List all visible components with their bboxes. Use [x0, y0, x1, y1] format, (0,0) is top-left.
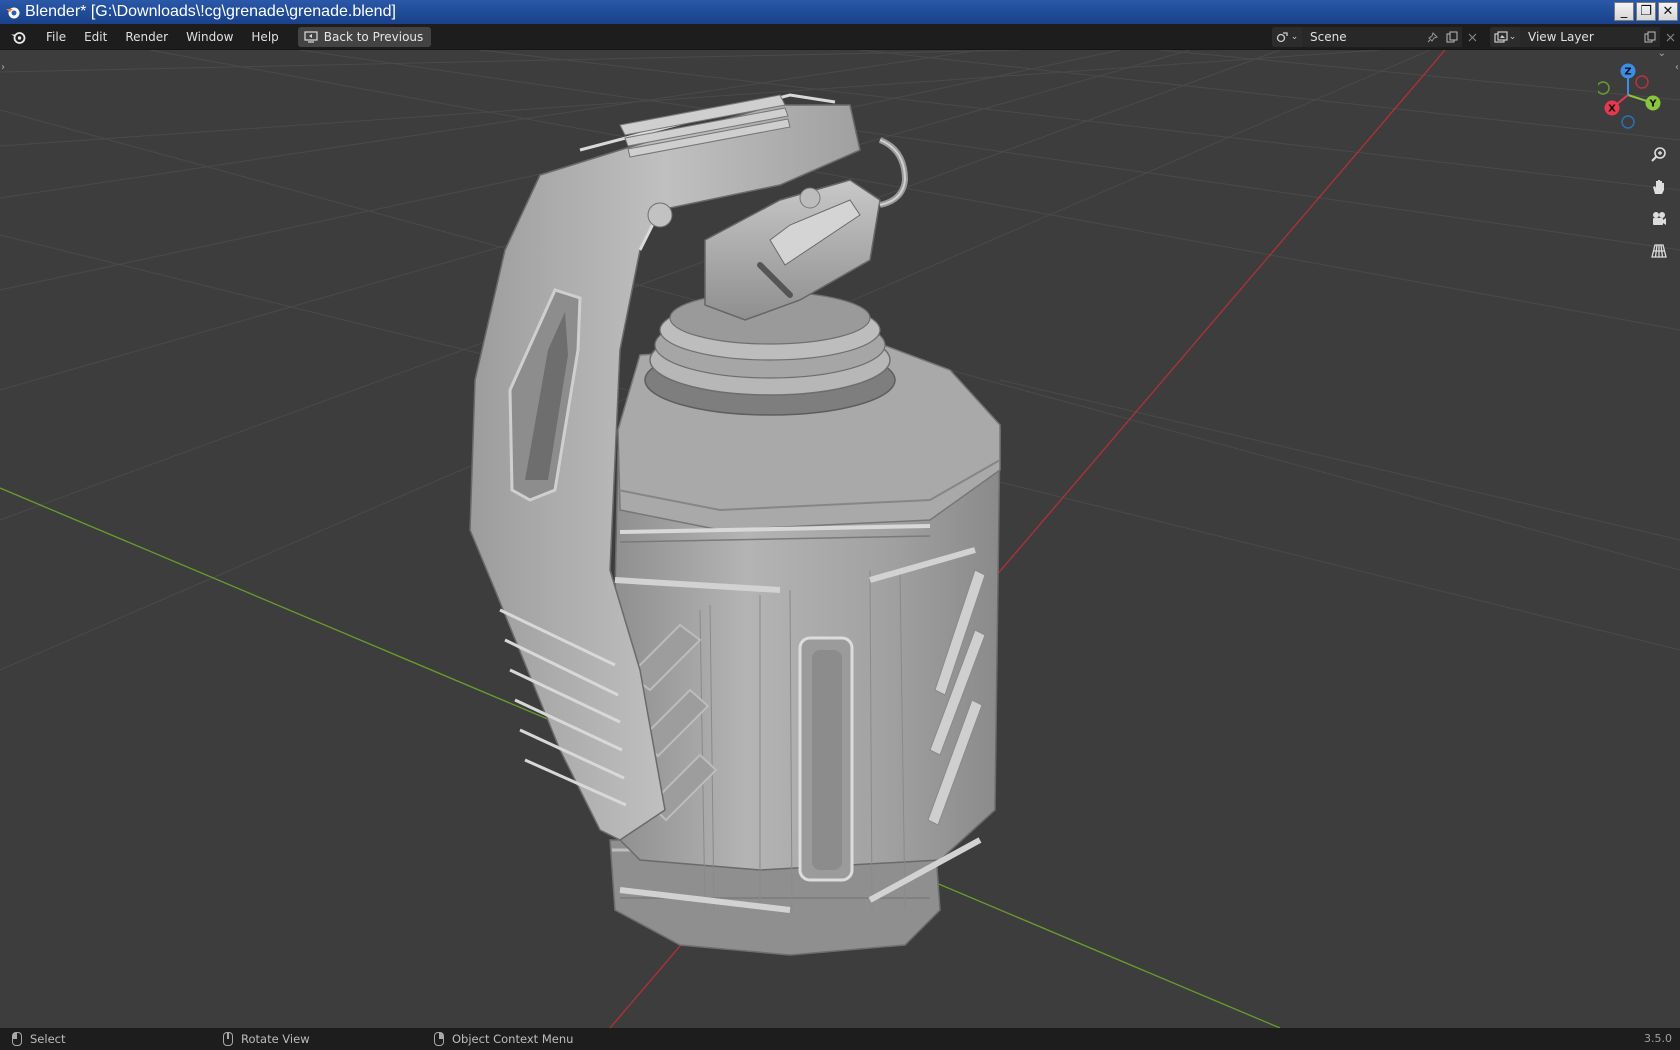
- status-rotate-label: Rotate View: [241, 1032, 310, 1046]
- gizmo-y-label[interactable]: Y: [1648, 99, 1657, 110]
- view-layer-icon: [1494, 31, 1508, 43]
- navigation-gizmo[interactable]: Z Y X: [1596, 62, 1668, 132]
- perspective-toggle-icon[interactable]: [1646, 238, 1672, 264]
- status-select: Select: [12, 1028, 65, 1050]
- chevron-down-icon: ⌄: [1508, 32, 1517, 42]
- gizmo-x-label[interactable]: X: [1608, 104, 1616, 115]
- header-expand-arrow[interactable]: ⌄: [1658, 50, 1666, 59]
- top-bar: File Edit Render Window Help Back to Pre…: [0, 24, 1680, 50]
- zoom-icon[interactable]: [1646, 142, 1672, 168]
- window-title: Blender* [G:\Downloads\!cg\grenade\grena…: [25, 3, 396, 20]
- grenade-model: [469, 93, 1001, 956]
- minimize-button[interactable]: _: [1614, 2, 1634, 21]
- view-layer-name-field[interactable]: View Layer: [1520, 27, 1640, 47]
- mouse-middle-icon: [223, 1032, 233, 1046]
- menu-render[interactable]: Render: [116, 24, 177, 50]
- 3d-viewport[interactable]: › ‹ ⌄ Z Y X: [0, 50, 1680, 1028]
- new-view-layer-icon[interactable]: [1640, 27, 1660, 47]
- mouse-right-icon: [434, 1032, 444, 1046]
- back-to-previous-label: Back to Previous: [323, 29, 424, 44]
- status-context: Object Context Menu: [434, 1028, 573, 1050]
- pin-scene-icon[interactable]: [1422, 27, 1442, 47]
- view-layer-name: View Layer: [1528, 30, 1594, 44]
- status-context-label: Object Context Menu: [452, 1032, 574, 1046]
- new-scene-icon[interactable]: [1442, 27, 1462, 47]
- restore-button[interactable]: ❐: [1636, 2, 1656, 21]
- toolbar-expand-arrow[interactable]: ›: [1, 62, 5, 73]
- status-rotate: Rotate View: [223, 1028, 310, 1050]
- gizmo-z-label[interactable]: Z: [1624, 67, 1631, 78]
- menu-file[interactable]: File: [37, 24, 75, 50]
- pan-hand-icon[interactable]: [1646, 174, 1672, 200]
- scene-browse-button[interactable]: ⌄: [1272, 27, 1302, 47]
- scene-icon: [1276, 32, 1288, 43]
- mouse-left-icon: [12, 1032, 22, 1046]
- blender-window: Blender* [G:\Downloads\!cg\grenade\grena…: [0, 0, 1680, 1050]
- sidebar-expand-arrow[interactable]: ‹: [1675, 62, 1679, 73]
- scene-name: Scene: [1310, 30, 1347, 44]
- menu-window[interactable]: Window: [177, 24, 242, 50]
- delete-scene-icon[interactable]: [1462, 27, 1482, 47]
- title-bar: Blender* [G:\Downloads\!cg\grenade\grena…: [0, 0, 1680, 24]
- scene-name-field[interactable]: Scene: [1302, 27, 1422, 47]
- status-bar: Select Rotate View Object Context Menu 3…: [0, 1028, 1680, 1050]
- viewport-canvas[interactable]: [0, 50, 1680, 1028]
- back-to-previous-button[interactable]: Back to Previous: [297, 26, 432, 47]
- blender-app-icon: [2, 1, 24, 23]
- blender-menu-icon[interactable]: [7, 26, 29, 48]
- camera-view-icon[interactable]: [1646, 206, 1672, 232]
- screen-back-icon: [304, 30, 318, 43]
- delete-view-layer-icon[interactable]: [1660, 27, 1680, 47]
- status-select-label: Select: [30, 1032, 66, 1046]
- chevron-down-icon: ⌄: [1290, 32, 1299, 42]
- close-button[interactable]: ✕: [1658, 2, 1678, 21]
- menu-edit[interactable]: Edit: [75, 24, 116, 50]
- menu-help[interactable]: Help: [242, 24, 287, 50]
- view-layer-browse-button[interactable]: ⌄: [1490, 27, 1520, 47]
- version-label: 3.5.0: [1644, 1032, 1672, 1045]
